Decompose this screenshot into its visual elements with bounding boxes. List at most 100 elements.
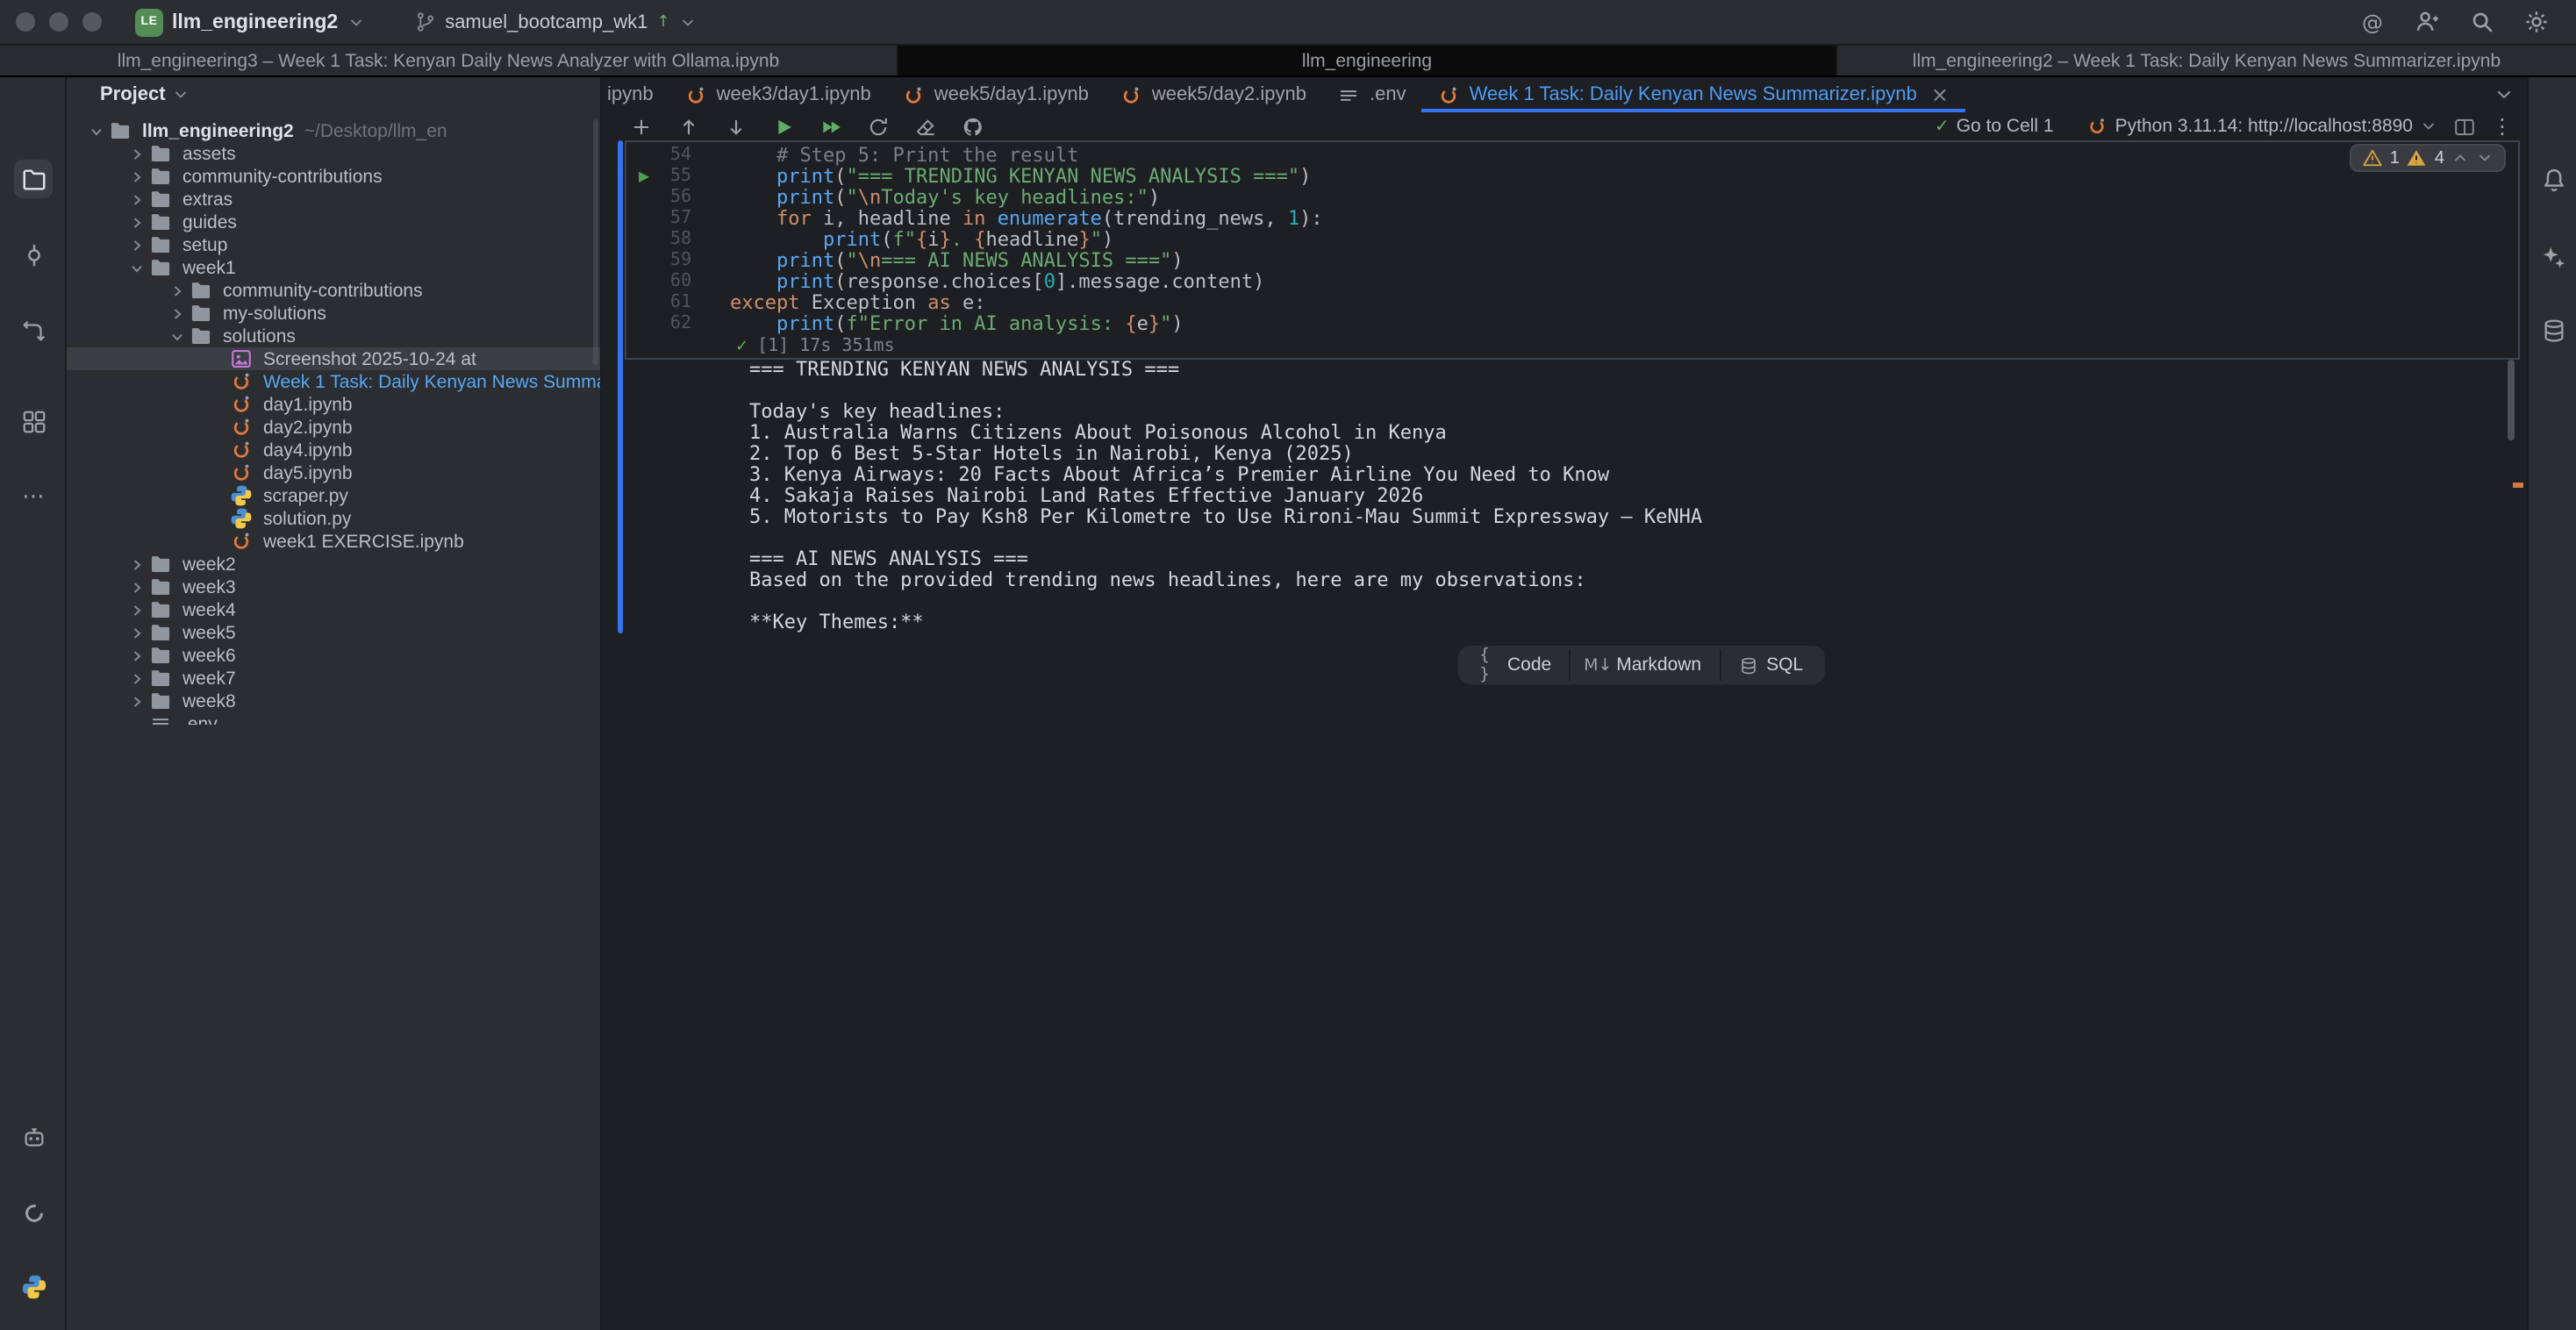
window-tab[interactable]: llm_engineering2 – Week 1 Task: Daily Ke… [1837, 46, 2576, 75]
tree-chevron-icon[interactable] [86, 120, 107, 141]
tree-item-week4[interactable]: week4 [67, 598, 600, 621]
tool-window-database[interactable] [2534, 311, 2572, 349]
tool-window-jupyter[interactable] [14, 1193, 53, 1232]
restart-kernel-button[interactable] [862, 113, 893, 139]
tree-item-community-contributions[interactable]: community-contributions [67, 279, 600, 302]
tree-item-guides[interactable]: guides [67, 211, 600, 233]
github-button[interactable] [956, 113, 988, 139]
tree-chevron-icon[interactable] [126, 257, 147, 278]
problems-badge[interactable]: 1 4 [2350, 144, 2506, 172]
code-cell[interactable]: 54 # Step 5: Print the result▶55 print("… [625, 140, 2520, 360]
run-line-icon[interactable]: ▶ [639, 168, 649, 186]
tree-chevron-icon[interactable] [126, 645, 147, 666]
tree-item-solutions[interactable]: solutions [67, 325, 600, 347]
tree-chevron-icon[interactable] [126, 166, 147, 187]
code-with-me-button[interactable] [2411, 6, 2443, 38]
cell-type-button-code[interactable]: { }Code [1462, 649, 1569, 681]
tree-chevron-icon[interactable] [126, 554, 147, 575]
window-tab[interactable]: llm_engineering3 – Week 1 Task: Kenyan D… [0, 46, 897, 75]
tool-window-structure[interactable] [14, 402, 53, 440]
tool-window-commit[interactable] [14, 235, 53, 274]
kernel-selector[interactable]: Python 3.11.14: http://localhost:8890 [2087, 116, 2437, 137]
prev-problem-icon[interactable] [2451, 149, 2469, 167]
tree-chevron-icon[interactable] [167, 280, 188, 301]
tree-item-week1[interactable]: week1 [67, 256, 600, 279]
cell-type-button-sql[interactable]: SQL [1719, 649, 1821, 681]
tree-chevron-icon[interactable] [167, 303, 188, 324]
run-cell-button[interactable] [767, 113, 798, 139]
tree-chevron-icon[interactable] [126, 143, 147, 164]
tree-item-week1-exercise-ipynb[interactable]: week1 EXERCISE.ipynb [67, 530, 600, 553]
tool-window-ai-assistant[interactable] [14, 1118, 53, 1156]
tree-item-week6[interactable]: week6 [67, 644, 600, 667]
split-editor-icon[interactable] [2453, 115, 2476, 138]
project-panel-header[interactable]: Project [67, 77, 600, 112]
clear-outputs-button[interactable] [909, 113, 941, 139]
search-everywhere-button[interactable] [2465, 6, 2497, 38]
move-cell-up-button[interactable] [672, 113, 704, 139]
run-all-cells-button[interactable] [814, 113, 846, 139]
project-scrollbar[interactable] [593, 119, 598, 365]
tool-window-pull-requests[interactable] [14, 311, 53, 349]
tree-chevron-icon[interactable] [126, 189, 147, 210]
tool-window-services[interactable] [14, 1326, 53, 1330]
move-cell-down-button[interactable] [719, 113, 751, 139]
tree-item-day1-ipynb[interactable]: day1.ipynb [67, 393, 600, 416]
editor-tab-week-1-task-daily-kenyan-news-summarizer-ipynb[interactable]: Week 1 Task: Daily Kenyan News Summarize… [1422, 77, 1964, 112]
add-cell-button[interactable] [625, 113, 656, 139]
editor-tab-env[interactable]: .env [1322, 77, 1422, 112]
tree-item-assets[interactable]: assets [67, 142, 600, 165]
tree-item-day5-ipynb[interactable]: day5.ipynb [67, 461, 600, 484]
goto-cell-button[interactable]: ✓ Go to Cell 1 [1935, 116, 2054, 137]
window-tab[interactable]: llm_engineering [898, 46, 1835, 75]
tree-item-screenshot-2025-10-24-at[interactable]: Screenshot 2025-10-24 at [67, 347, 600, 370]
tree-chevron-icon[interactable] [126, 599, 147, 620]
tree-item-solution-py[interactable]: solution.py [67, 507, 600, 530]
tool-window-more-tool-windows[interactable]: ⋯ [14, 477, 53, 516]
tree-item-week2[interactable]: week2 [67, 553, 600, 576]
tree-item-day2-ipynb[interactable]: day2.ipynb [67, 416, 600, 439]
tree-item-my-solutions[interactable]: my-solutions [67, 302, 600, 325]
next-problem-icon[interactable] [2476, 149, 2494, 167]
zoom-window-button[interactable] [82, 12, 102, 32]
editor-tab-week3-day1-ipynb[interactable]: week3/day1.ipynb [669, 77, 887, 112]
tree-item-community-contributions[interactable]: community-contributions [67, 165, 600, 188]
tree-chevron-icon[interactable] [126, 576, 147, 597]
tree-chevron-icon[interactable] [126, 234, 147, 255]
tree-item-week-1-task-daily-kenyan-news-summarizer-ipynb[interactable]: Week 1 Task: Daily Kenyan News Summarize… [67, 370, 600, 393]
tree-chevron-icon[interactable] [167, 325, 188, 347]
close-tab-icon[interactable]: × [1931, 84, 1949, 105]
tree-item-setup[interactable]: setup [67, 233, 600, 256]
tree-item-week8[interactable]: week8 [67, 690, 600, 712]
minimize-window-button[interactable] [49, 12, 68, 32]
editor-tab-week5-day2-ipynb[interactable]: week5/day2.ipynb [1105, 77, 1322, 112]
tool-window-ai-chat[interactable] [2534, 237, 2572, 275]
tree-item-week5[interactable]: week5 [67, 621, 600, 644]
tree-item-day4-ipynb[interactable]: day4.ipynb [67, 439, 600, 461]
editor-tab-ipynb[interactable]: ipynb [602, 77, 669, 112]
tree-item-llm-engineering2[interactable]: llm_engineering2~/Desktop/llm_en [67, 119, 600, 142]
editor-tab-week5-day1-ipynb[interactable]: week5/day1.ipynb [887, 77, 1105, 112]
code-editor-area[interactable]: 54 # Step 5: Print the result▶55 print("… [626, 146, 2518, 335]
cell-type-button-markdown[interactable]: M↓Markdown [1569, 649, 1719, 681]
tab-list-dropdown-icon[interactable] [2494, 84, 2515, 105]
error-stripe-mark[interactable] [2513, 483, 2523, 488]
tree-item-env[interactable]: .env [67, 712, 600, 725]
tree-chevron-icon[interactable] [126, 211, 147, 232]
tree-item-scraper-py[interactable]: scraper.py [67, 484, 600, 507]
output-scrollbar[interactable] [2508, 360, 2515, 440]
tree-item-extras[interactable]: extras [67, 188, 600, 211]
tree-item-week7[interactable]: week7 [67, 667, 600, 690]
tree-chevron-icon[interactable] [126, 690, 147, 711]
project-widget[interactable]: LE llm_engineering2 [123, 4, 376, 39]
settings-button[interactable] [2520, 6, 2551, 38]
branch-widget[interactable]: samuel_bootcamp_wk1 ↑ [401, 4, 708, 39]
tool-window-notifications[interactable] [2534, 160, 2572, 198]
tree-chevron-icon[interactable] [126, 622, 147, 643]
tree-item-week3[interactable]: week3 [67, 576, 600, 598]
mentions-button[interactable]: @ [2357, 6, 2388, 38]
tool-window-project[interactable] [14, 160, 53, 198]
more-options-icon[interactable]: ⋮ [2492, 114, 2513, 139]
close-window-button[interactable] [16, 12, 35, 32]
tool-window-python-console[interactable] [14, 1267, 53, 1305]
